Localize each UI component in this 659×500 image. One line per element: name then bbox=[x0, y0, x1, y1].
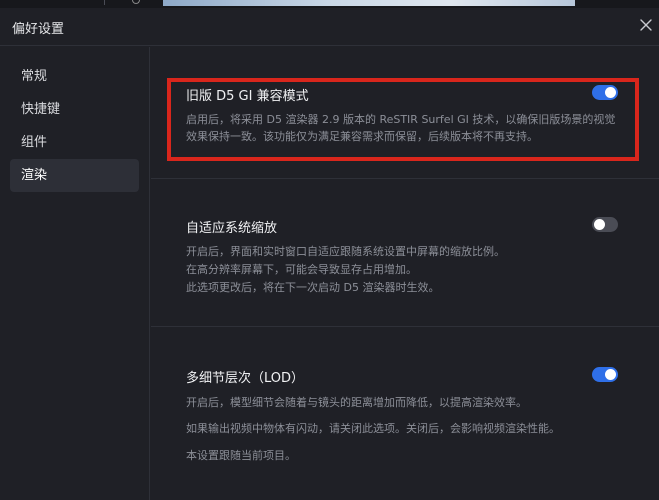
setting-lod: 多细节层次（LOD） 开启后，模型细节会随着与镜头的距离增加而降低，以提高渲染效… bbox=[151, 327, 659, 500]
toolbar-divider bbox=[104, 0, 105, 5]
sidebar-item-shortcuts[interactable]: 快捷键 bbox=[10, 93, 139, 126]
sidebar-item-general[interactable]: 常规 bbox=[10, 60, 139, 93]
background-viewport-strip bbox=[0, 0, 659, 8]
setting-description-line: 如果输出视频中物体有闪动，请关闭此选项。关闭后，会影响视频渲染性能。 bbox=[186, 422, 560, 435]
highlight-annotation-box bbox=[167, 78, 639, 161]
setting-title: 多细节层次（LOD） bbox=[186, 371, 305, 386]
toolbar-glyph bbox=[132, 0, 140, 4]
sidebar-item-components[interactable]: 组件 bbox=[10, 126, 139, 159]
adaptive-scaling-toggle[interactable] bbox=[592, 217, 618, 232]
lod-toggle[interactable] bbox=[592, 367, 618, 382]
viewport-preview bbox=[163, 0, 575, 6]
setting-adaptive-scaling: 自适应系统缩放 开启后，界面和实时窗口自适应跟随系统设置中屏幕的缩放比例。 在高… bbox=[151, 179, 659, 327]
setting-description-line: 此选项更改后，将在下一次启动 D5 渲染器时生效。 bbox=[186, 281, 440, 294]
settings-sidebar: 常规 快捷键 组件 渲染 bbox=[0, 47, 150, 500]
toggle-knob bbox=[605, 369, 616, 380]
dialog-header: 偏好设置 bbox=[0, 8, 659, 46]
dialog-title: 偏好设置 bbox=[12, 22, 65, 37]
toggle-knob bbox=[594, 219, 605, 230]
setting-description-line: 在高分辨率屏幕下，可能会导致显存占用增加。 bbox=[186, 263, 417, 276]
close-icon[interactable] bbox=[637, 16, 655, 34]
sidebar-item-rendering[interactable]: 渲染 bbox=[10, 159, 139, 192]
setting-description-line: 开启后，模型细节会随着与镜头的距离增加而降低，以提高渲染效率。 bbox=[186, 396, 527, 409]
setting-title: 自适应系统缩放 bbox=[186, 221, 278, 236]
setting-description-line: 本设置跟随当前项目。 bbox=[186, 449, 296, 462]
setting-description-line: 开启后，界面和实时窗口自适应跟随系统设置中屏幕的缩放比例。 bbox=[186, 245, 505, 258]
